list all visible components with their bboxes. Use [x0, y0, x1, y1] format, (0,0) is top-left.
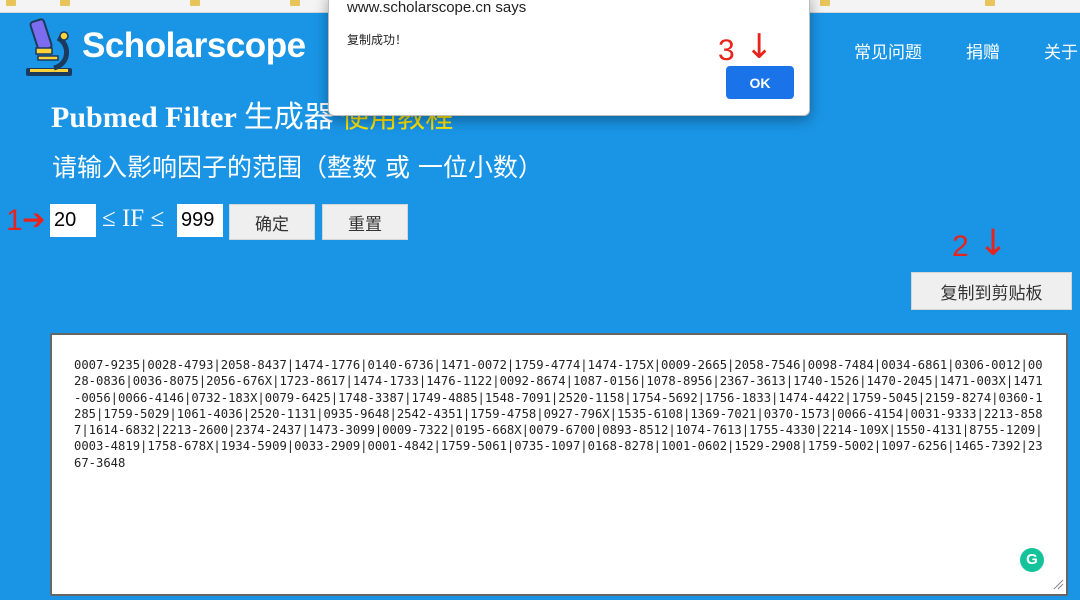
bookmark-folder-icon[interactable]	[820, 0, 830, 6]
page-title-sub: 生成器	[243, 101, 334, 134]
step-1-label: 1	[6, 204, 23, 237]
right-arrow-icon: ➔	[22, 203, 46, 236]
page-title-main: Pubmed Filter	[51, 101, 237, 134]
dialog-origin-text: www.scholarscope.cn says	[347, 0, 527, 16]
step-2-label: 2	[952, 230, 969, 263]
nav-faq-link[interactable]: 常见问题	[854, 38, 922, 63]
bookmark-folder-icon[interactable]	[290, 0, 300, 6]
alert-dialog: www.scholarscope.cn says 复制成功！ OK	[328, 0, 810, 116]
confirm-button[interactable]: 确定	[229, 204, 315, 240]
grammarly-icon[interactable]: G	[1020, 548, 1044, 572]
resize-grip-icon[interactable]	[1052, 578, 1064, 590]
microscope-logo-icon	[26, 18, 72, 76]
if-range-label: ≤ IF ≤	[102, 205, 165, 232]
step-3-label: 3	[718, 34, 735, 67]
bookmark-folder-icon[interactable]	[6, 0, 16, 6]
down-arrow-icon: ↓	[978, 223, 1009, 264]
bookmark-folder-icon[interactable]	[60, 0, 70, 6]
bookmark-folder-icon[interactable]	[985, 0, 995, 6]
nav-donate-link[interactable]: 捐赠	[966, 38, 1000, 63]
brand-name: Scholarscope	[82, 26, 306, 65]
copy-to-clipboard-button[interactable]: 复制到剪贴板	[911, 272, 1072, 310]
reset-button[interactable]: 重置	[322, 204, 408, 240]
nav-about-link[interactable]: 关于	[1044, 38, 1078, 63]
down-arrow-icon: ↓	[745, 27, 774, 67]
dialog-message: 复制成功！	[347, 33, 408, 47]
max-if-input[interactable]	[177, 204, 223, 237]
issn-result-textarea[interactable]: 0007-9235|0028-4793|2058-8437|1474-1776|…	[50, 333, 1068, 596]
if-range-instruction: 请输入影响因子的范围（整数 或 一位小数）	[52, 153, 543, 182]
bookmark-folder-icon[interactable]	[190, 0, 200, 6]
dialog-ok-button[interactable]: OK	[726, 66, 794, 99]
min-if-input[interactable]	[50, 204, 96, 237]
